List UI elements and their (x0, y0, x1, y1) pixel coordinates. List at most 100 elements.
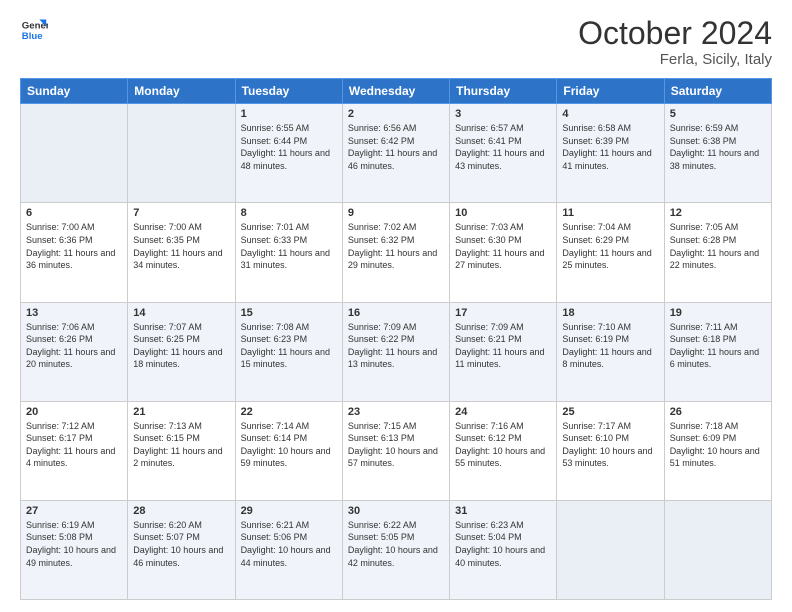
day-number: 27 (26, 505, 122, 517)
calendar-cell: 10Sunrise: 7:03 AMSunset: 6:30 PMDayligh… (450, 203, 557, 302)
calendar-cell: 22Sunrise: 7:14 AMSunset: 6:14 PMDayligh… (235, 401, 342, 500)
calendar-cell: 26 Sunrise: 7:18 AMSunset: 6:09 PMDayligh… (664, 401, 771, 500)
day-number: 30 (348, 505, 444, 517)
weekday-saturday: Saturday (664, 79, 771, 104)
logo-icon: General Blue (20, 16, 48, 44)
svg-text:Blue: Blue (22, 31, 43, 42)
day-number: 2 (348, 108, 444, 120)
calendar-cell: 23 Sunrise: 7:15 AMSunset: 6:13 PMDayligh… (342, 401, 449, 500)
day-info: Sunrise: 6:56 AMSunset: 6:42 PMDaylight:… (348, 122, 444, 172)
day-number: 6 (26, 207, 122, 219)
day-info: Sunrise: 7:09 AMSunset: 6:22 PMDaylight:… (348, 321, 444, 371)
weekday-tuesday: Tuesday (235, 79, 342, 104)
calendar-cell: 29 Sunrise: 6:21 AMSunset: 5:06 PMDayligh… (235, 500, 342, 599)
day-info: Sunrise: 6:59 AMSunset: 6:38 PMDaylight:… (670, 122, 766, 172)
title-block: October 2024 Ferla, Sicily, Italy (578, 16, 772, 68)
calendar-cell: 18Sunrise: 7:10 AMSunset: 6:19 PMDayligh… (557, 302, 664, 401)
day-info: Sunrise: 7:00 AMSunset: 6:35 PMDaylight:… (133, 221, 229, 271)
calendar-table: SundayMondayTuesdayWednesdayThursdayFrid… (20, 78, 772, 600)
day-info: Sunrise: 7:12 AMSunset: 6:17 PMDaylight:… (26, 420, 122, 470)
calendar-week-row: 20 Sunrise: 7:12 AMSunset: 6:17 PMDayligh… (21, 401, 772, 500)
calendar-cell: 3Sunrise: 6:57 AMSunset: 6:41 PMDaylight… (450, 104, 557, 203)
day-info: Sunrise: 6:55 AMSunset: 6:44 PMDaylight:… (241, 122, 337, 172)
calendar-cell: 2 Sunrise: 6:56 AMSunset: 6:42 PMDaylight… (342, 104, 449, 203)
weekday-thursday: Thursday (450, 79, 557, 104)
calendar-cell: 20 Sunrise: 7:12 AMSunset: 6:17 PMDayligh… (21, 401, 128, 500)
day-info: Sunrise: 6:21 AMSunset: 5:06 PMDaylight:… (241, 519, 337, 569)
day-info: Sunrise: 7:18 AMSunset: 6:09 PMDaylight:… (670, 420, 766, 470)
calendar-week-row: 13Sunrise: 7:06 AMSunset: 6:26 PMDayligh… (21, 302, 772, 401)
day-info: Sunrise: 7:00 AMSunset: 6:36 PMDaylight:… (26, 221, 122, 271)
calendar-week-row: 27 Sunrise: 6:19 AMSunset: 5:08 PMDayligh… (21, 500, 772, 599)
weekday-wednesday: Wednesday (342, 79, 449, 104)
day-info: Sunrise: 7:02 AMSunset: 6:32 PMDaylight:… (348, 221, 444, 271)
day-number: 1 (241, 108, 337, 120)
weekday-sunday: Sunday (21, 79, 128, 104)
day-info: Sunrise: 7:13 AMSunset: 6:15 PMDaylight:… (133, 420, 229, 470)
day-number: 12 (670, 207, 766, 219)
header: General Blue General Blue October 2024 F… (20, 16, 772, 68)
day-number: 29 (241, 505, 337, 517)
day-info: Sunrise: 7:08 AMSunset: 6:23 PMDaylight:… (241, 321, 337, 371)
day-number: 7 (133, 207, 229, 219)
day-info: Sunrise: 6:23 AMSunset: 5:04 PMDaylight:… (455, 519, 551, 569)
day-info: Sunrise: 7:07 AMSunset: 6:25 PMDaylight:… (133, 321, 229, 371)
calendar-cell: 4Sunrise: 6:58 AMSunset: 6:39 PMDaylight… (557, 104, 664, 203)
page: General Blue General Blue October 2024 F… (0, 0, 792, 612)
day-number: 13 (26, 307, 122, 319)
day-info: Sunrise: 6:20 AMSunset: 5:07 PMDaylight:… (133, 519, 229, 569)
calendar-cell: 24 Sunrise: 7:16 AMSunset: 6:12 PMDayligh… (450, 401, 557, 500)
calendar-cell: 7 Sunrise: 7:00 AMSunset: 6:35 PMDaylight… (128, 203, 235, 302)
day-number: 4 (562, 108, 658, 120)
calendar-cell: 13Sunrise: 7:06 AMSunset: 6:26 PMDayligh… (21, 302, 128, 401)
calendar-cell (557, 500, 664, 599)
calendar-cell: 25Sunrise: 7:17 AMSunset: 6:10 PMDayligh… (557, 401, 664, 500)
location: Ferla, Sicily, Italy (578, 51, 772, 68)
calendar-cell: 16Sunrise: 7:09 AMSunset: 6:22 PMDayligh… (342, 302, 449, 401)
day-number: 19 (670, 307, 766, 319)
calendar-cell: 15 Sunrise: 7:08 AMSunset: 6:23 PMDayligh… (235, 302, 342, 401)
day-number: 20 (26, 406, 122, 418)
calendar-cell: 28Sunrise: 6:20 AMSunset: 5:07 PMDayligh… (128, 500, 235, 599)
day-number: 26 (670, 406, 766, 418)
day-number: 8 (241, 207, 337, 219)
weekday-header-row: SundayMondayTuesdayWednesdayThursdayFrid… (21, 79, 772, 104)
day-number: 10 (455, 207, 551, 219)
day-info: Sunrise: 6:19 AMSunset: 5:08 PMDaylight:… (26, 519, 122, 569)
calendar-cell: 17Sunrise: 7:09 AMSunset: 6:21 PMDayligh… (450, 302, 557, 401)
day-number: 3 (455, 108, 551, 120)
day-number: 24 (455, 406, 551, 418)
calendar-cell: 12Sunrise: 7:05 AMSunset: 6:28 PMDayligh… (664, 203, 771, 302)
calendar-cell: 27 Sunrise: 6:19 AMSunset: 5:08 PMDayligh… (21, 500, 128, 599)
calendar-cell: 5 Sunrise: 6:59 AMSunset: 6:38 PMDaylight… (664, 104, 771, 203)
day-info: Sunrise: 7:17 AMSunset: 6:10 PMDaylight:… (562, 420, 658, 470)
logo: General Blue General Blue (20, 16, 48, 44)
day-info: Sunrise: 7:10 AMSunset: 6:19 PMDaylight:… (562, 321, 658, 371)
calendar-cell: 6 Sunrise: 7:00 AMSunset: 6:36 PMDaylight… (21, 203, 128, 302)
calendar-cell (128, 104, 235, 203)
calendar-cell (664, 500, 771, 599)
day-number: 23 (348, 406, 444, 418)
day-number: 17 (455, 307, 551, 319)
calendar-cell: 14 Sunrise: 7:07 AMSunset: 6:25 PMDayligh… (128, 302, 235, 401)
calendar-cell: 1 Sunrise: 6:55 AMSunset: 6:44 PMDaylight… (235, 104, 342, 203)
day-number: 31 (455, 505, 551, 517)
calendar-cell: 30Sunrise: 6:22 AMSunset: 5:05 PMDayligh… (342, 500, 449, 599)
day-info: Sunrise: 7:15 AMSunset: 6:13 PMDaylight:… (348, 420, 444, 470)
day-info: Sunrise: 7:14 AMSunset: 6:14 PMDaylight:… (241, 420, 337, 470)
day-number: 5 (670, 108, 766, 120)
month-title: October 2024 (578, 16, 772, 51)
calendar-cell: 11Sunrise: 7:04 AMSunset: 6:29 PMDayligh… (557, 203, 664, 302)
day-number: 21 (133, 406, 229, 418)
calendar-cell: 8Sunrise: 7:01 AMSunset: 6:33 PMDaylight… (235, 203, 342, 302)
day-number: 14 (133, 307, 229, 319)
calendar-cell: 9Sunrise: 7:02 AMSunset: 6:32 PMDaylight… (342, 203, 449, 302)
day-info: Sunrise: 7:16 AMSunset: 6:12 PMDaylight:… (455, 420, 551, 470)
day-info: Sunrise: 7:11 AMSunset: 6:18 PMDaylight:… (670, 321, 766, 371)
weekday-monday: Monday (128, 79, 235, 104)
day-info: Sunrise: 7:04 AMSunset: 6:29 PMDaylight:… (562, 221, 658, 271)
day-number: 15 (241, 307, 337, 319)
calendar-cell: 31 Sunrise: 6:23 AMSunset: 5:04 PMDayligh… (450, 500, 557, 599)
calendar-week-row: 1 Sunrise: 6:55 AMSunset: 6:44 PMDaylight… (21, 104, 772, 203)
calendar-week-row: 6 Sunrise: 7:00 AMSunset: 6:36 PMDaylight… (21, 203, 772, 302)
